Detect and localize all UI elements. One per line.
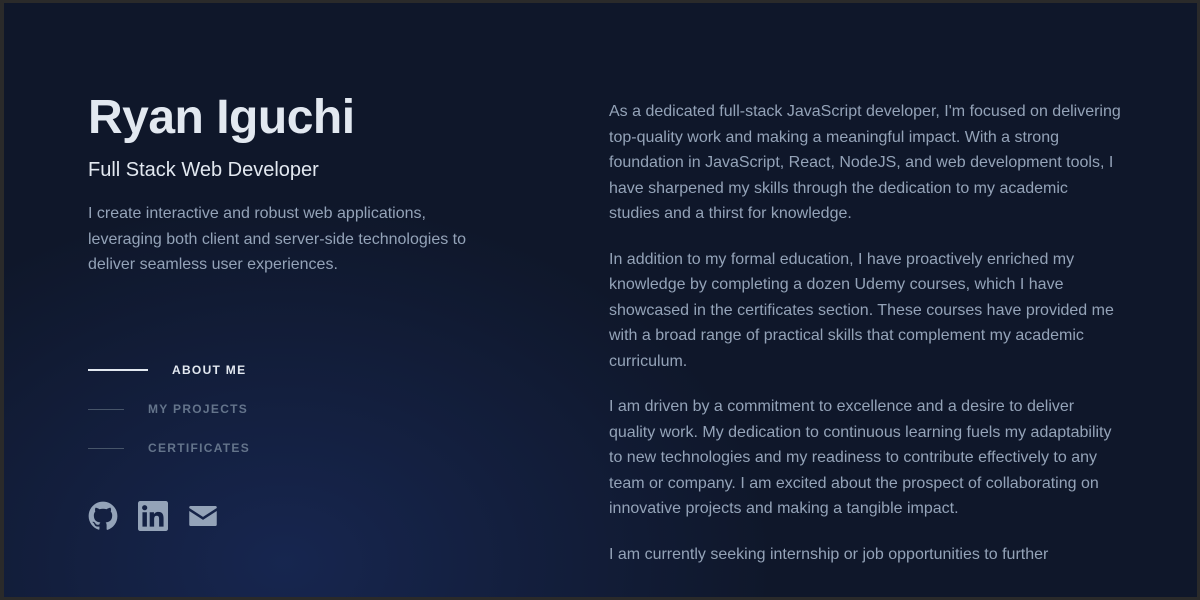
about-paragraph: I am currently seeking internship or job… [609, 545, 1049, 563]
nav-item-label: MY PROJECTS [148, 402, 249, 416]
nav-indicator-line [88, 447, 124, 449]
nav-item-about-me[interactable]: ABOUT ME [88, 357, 250, 383]
linkedin-icon [138, 501, 168, 531]
nav-item-my-projects[interactable]: MY PROJECTS [88, 396, 250, 422]
page-frame: Ryan Iguchi Full Stack Web Developer I c… [0, 0, 1200, 600]
nav-item-certificates[interactable]: CERTIFICATES [88, 435, 250, 461]
nav-item-label: CERTIFICATES [148, 441, 251, 455]
email-link[interactable] [188, 501, 218, 531]
github-link[interactable] [88, 501, 118, 531]
nav-indicator-line [88, 408, 124, 410]
profile-tagline: I create interactive and robust web appl… [88, 205, 467, 273]
about-section: As a dedicated full-stack JavaScript dev… [609, 99, 1121, 587]
nav-indicator-line [88, 369, 148, 371]
profile-name: Ryan Iguchi [88, 91, 355, 144]
social-links [88, 501, 218, 531]
profile-header: Ryan Iguchi Full Stack Web Developer I c… [88, 89, 508, 278]
linkedin-link[interactable] [138, 501, 168, 531]
profile-role: Full Stack Web Developer [88, 159, 319, 181]
section-nav: ABOUT ME MY PROJECTS CERTIFICATES [88, 357, 250, 474]
github-icon [88, 501, 118, 530]
nav-item-label: ABOUT ME [172, 363, 247, 377]
about-paragraph: In addition to my formal education, I ha… [609, 250, 1114, 370]
about-paragraph: I am driven by a commitment to excellenc… [609, 398, 1112, 517]
email-icon [189, 506, 217, 526]
about-paragraph: As a dedicated full-stack JavaScript dev… [609, 103, 1121, 222]
